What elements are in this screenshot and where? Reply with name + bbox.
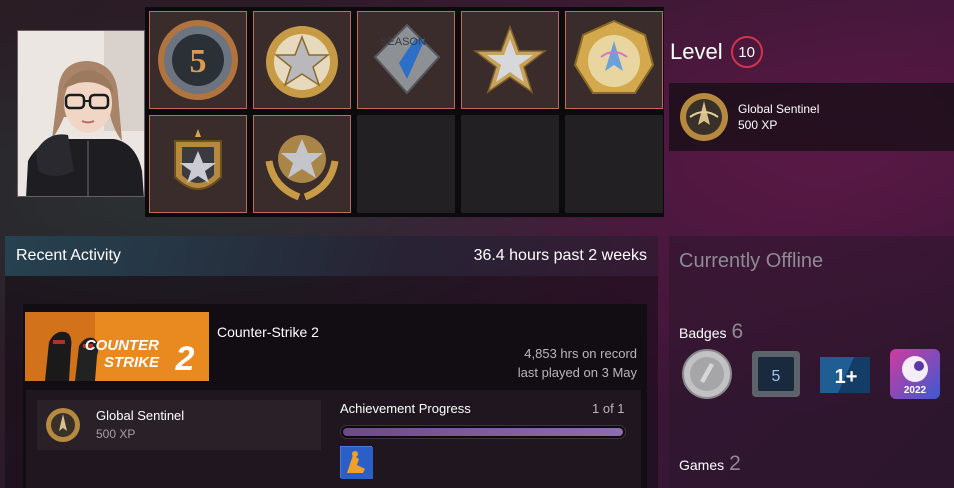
profile-level: Level 10 — [670, 36, 763, 68]
global-sentinel-small-icon — [46, 408, 80, 442]
showcase-slot-8[interactable] — [357, 115, 455, 213]
game-badge-item[interactable]: Global Sentinel 500 XP — [37, 400, 321, 450]
showcase-slot-6[interactable] — [149, 115, 247, 213]
profile-avatar[interactable] — [17, 30, 145, 197]
game-last-played: last played on 3 May — [517, 365, 637, 380]
sidebar-badge-2[interactable]: 5 — [749, 347, 803, 401]
showcase-slot-2[interactable] — [253, 11, 351, 109]
sidebar-badge-3[interactable]: 1+ — [818, 347, 872, 401]
games-link[interactable]: Games 2 — [679, 452, 741, 476]
svg-text:SEASON: SEASON — [380, 36, 426, 48]
star-laurel-medal-icon — [265, 135, 339, 201]
favorite-badge-xp: 500 XP — [738, 118, 778, 132]
five-year-veteran-coin-icon: 5 — [158, 20, 238, 100]
games-label: Games — [679, 457, 725, 473]
one-plus-badge-text: 1+ — [835, 366, 858, 388]
achievement-icon[interactable] — [340, 446, 373, 479]
star-shield-medal-icon — [174, 129, 222, 190]
steam-2022-badge-icon: 2022 — [890, 349, 940, 399]
game-badge-name: Global Sentinel — [96, 408, 185, 423]
showcase-slot-3[interactable]: SEASON — [357, 11, 455, 109]
level-number-badge[interactable]: 10 — [730, 36, 763, 68]
showcase-slot-10[interactable] — [565, 115, 663, 213]
achievement-progress-bar — [340, 425, 626, 439]
silver-star-badge-icon — [472, 24, 548, 94]
gold-counter-strike-coin-icon — [573, 19, 655, 94]
showcase-slot-1[interactable]: 5 — [149, 11, 247, 109]
achievement-progress-label: Achievement Progress — [340, 401, 471, 416]
silver-coin-badge-icon — [682, 349, 732, 399]
games-count: 2 — [729, 452, 741, 475]
achievement-progress-fill — [343, 428, 623, 436]
game-name-link[interactable]: Counter-Strike 2 — [217, 324, 319, 340]
showcase-slot-7[interactable] — [253, 115, 351, 213]
svg-text:5: 5 — [190, 43, 207, 80]
game-hours-on-record: 4,853 hrs on record — [524, 346, 637, 361]
avatar-photo — [18, 31, 144, 196]
one-plus-badge-icon: 1+ — [820, 357, 870, 393]
five-years-badge-icon: 5 — [752, 351, 800, 397]
global-sentinel-icon — [680, 93, 728, 141]
five-years-badge-text: 5 — [772, 368, 781, 385]
badges-link[interactable]: Badges 6 — [679, 320, 743, 344]
season-one-medal-icon: SEASON — [373, 23, 441, 95]
steam-2022-badge-text: 2022 — [904, 385, 927, 396]
recent-activity-title: Recent Activity — [16, 247, 121, 264]
favorite-badge[interactable]: Global Sentinel 500 XP — [669, 83, 954, 151]
online-status: Currently Offline — [679, 250, 824, 272]
counter-strike-achievement-icon — [341, 447, 373, 479]
favorite-badge-name: Global Sentinel — [738, 102, 820, 116]
achievement-progress-count: 1 of 1 — [592, 401, 625, 416]
showcase-slot-4[interactable] — [461, 11, 559, 109]
recent-activity-hours: 36.4 hours past 2 weeks — [473, 247, 647, 264]
capsule-number: 2 — [175, 340, 195, 378]
badges-count: 6 — [731, 320, 744, 343]
capsule-text-1: COUNTER — [85, 337, 159, 354]
level-label: Level — [670, 39, 723, 64]
game-capsule-image[interactable]: COUNTER STRIKE 2 — [25, 312, 209, 381]
counter-strike-capsule-art: COUNTER STRIKE 2 — [25, 312, 209, 381]
showcase-slot-5[interactable] — [565, 11, 663, 109]
sidebar-badge-4[interactable]: 2022 — [888, 347, 942, 401]
sidebar-badge-1[interactable] — [680, 347, 734, 401]
gold-star-medal-icon — [266, 26, 338, 98]
showcase-slot-9[interactable] — [461, 115, 559, 213]
capsule-text-2: STRIKE — [104, 354, 160, 371]
recent-activity-header: Recent Activity 36.4 hours past 2 weeks — [5, 236, 658, 276]
badges-label: Badges — [679, 325, 727, 341]
game-badge-xp: 500 XP — [96, 427, 136, 441]
